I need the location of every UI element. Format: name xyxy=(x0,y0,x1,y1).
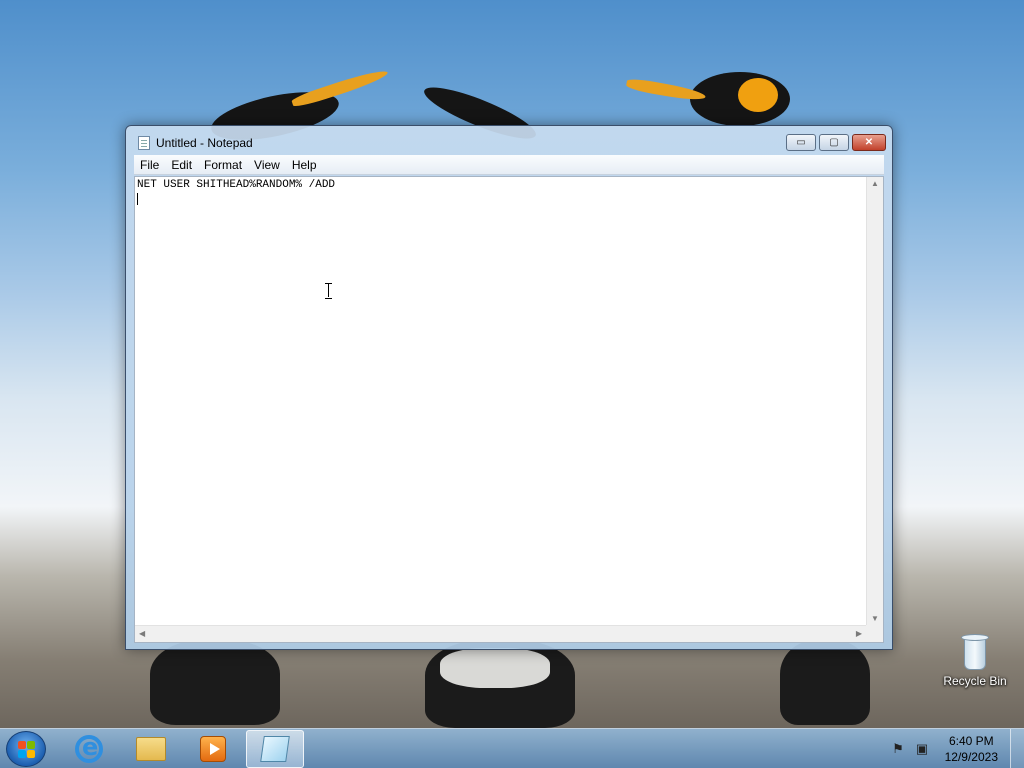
menu-edit[interactable]: Edit xyxy=(165,158,198,172)
taskbar-notepad[interactable] xyxy=(246,730,304,768)
media-player-icon xyxy=(200,736,226,762)
folder-icon xyxy=(136,737,166,761)
minimize-button[interactable]: ▭ xyxy=(786,134,816,151)
maximize-button[interactable]: ▢ xyxy=(819,134,849,151)
wallpaper-penguin xyxy=(425,640,575,728)
scroll-right-icon[interactable]: ▶ xyxy=(856,629,862,638)
recycle-bin-label: Recycle Bin xyxy=(943,674,1007,688)
taskbar-media-player[interactable] xyxy=(184,730,242,768)
title-bar[interactable]: Untitled - Notepad ▭ ▢ ✕ xyxy=(126,126,892,156)
clock-date: 12/9/2023 xyxy=(944,750,998,764)
system-clock[interactable]: 6:40 PM 12/9/2023 xyxy=(945,733,998,765)
minimize-icon: ▭ xyxy=(796,137,806,148)
ie-icon xyxy=(75,733,103,763)
wallpaper-penguin xyxy=(625,77,707,103)
menu-file[interactable]: File xyxy=(134,158,165,172)
menu-bar: File Edit Format View Help xyxy=(134,155,884,175)
window-title: Untitled - Notepad xyxy=(156,136,253,150)
clock-time: 6:40 PM xyxy=(948,734,994,748)
wallpaper-penguin xyxy=(690,72,790,126)
windows-logo-icon xyxy=(18,741,36,759)
wallpaper-penguin xyxy=(780,640,870,725)
wallpaper-penguin xyxy=(738,78,778,112)
text-caret xyxy=(137,193,138,205)
scroll-up-icon[interactable]: ▲ xyxy=(871,179,879,188)
wallpaper-penguin xyxy=(290,66,390,110)
menu-help[interactable]: Help xyxy=(286,158,323,172)
horizontal-scrollbar[interactable]: ◀ ▶ xyxy=(135,625,866,642)
recycle-bin[interactable]: Recycle Bin xyxy=(942,630,1008,688)
taskbar-internet-explorer[interactable] xyxy=(60,730,118,768)
notepad-window[interactable]: Untitled - Notepad ▭ ▢ ✕ File Edit Forma… xyxy=(125,125,893,650)
text-editor-area[interactable]: NET USER SHITHEAD%RANDOM% /ADD ▲ ▼ ◀ ▶ xyxy=(134,176,884,643)
taskbar: ⚑ ▣ 6:40 PM 12/9/2023 xyxy=(0,728,1024,768)
start-button[interactable] xyxy=(6,731,46,767)
close-icon: ✕ xyxy=(864,137,874,148)
wallpaper-penguin xyxy=(440,648,550,688)
size-grip[interactable] xyxy=(866,625,883,642)
ibeam-cursor-icon xyxy=(325,283,332,299)
scroll-left-icon[interactable]: ◀ xyxy=(139,629,145,638)
close-button[interactable]: ✕ xyxy=(852,134,886,151)
notepad-icon[interactable] xyxy=(138,136,150,150)
vertical-scrollbar[interactable]: ▲ ▼ xyxy=(866,177,883,625)
menu-view[interactable]: View xyxy=(248,158,286,172)
wallpaper-penguin xyxy=(150,640,280,725)
editor-text[interactable]: NET USER SHITHEAD%RANDOM% /ADD xyxy=(137,179,335,191)
notepad-icon xyxy=(260,736,290,762)
network-icon[interactable]: ▣ xyxy=(914,741,930,757)
show-desktop-button[interactable] xyxy=(1010,729,1024,768)
action-center-flag-icon[interactable]: ⚑ xyxy=(890,741,906,757)
menu-format[interactable]: Format xyxy=(198,158,248,172)
recycle-bin-icon xyxy=(959,632,991,672)
scroll-down-icon[interactable]: ▼ xyxy=(871,614,879,623)
taskbar-windows-explorer[interactable] xyxy=(122,730,180,768)
maximize-icon: ▢ xyxy=(829,137,839,148)
